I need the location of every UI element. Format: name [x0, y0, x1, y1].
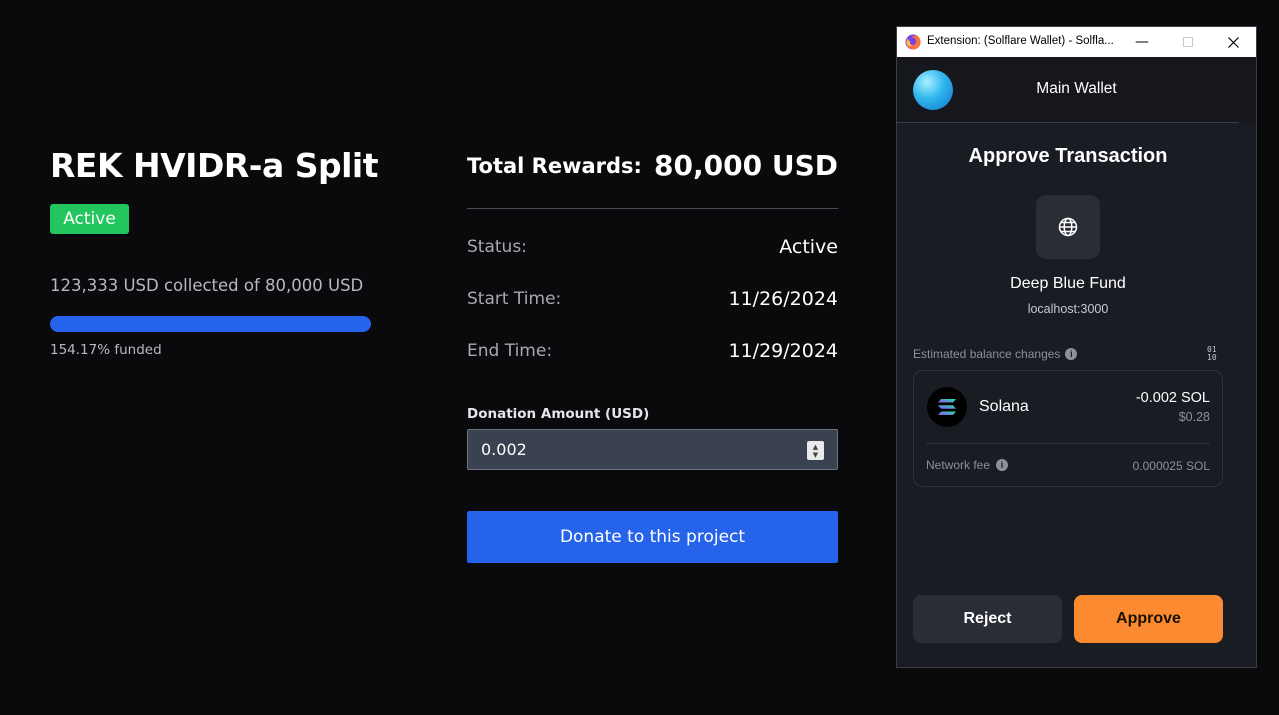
minimize-button[interactable]: —	[1119, 27, 1165, 57]
window-titlebar[interactable]: Extension: (Solflare Wallet) - Solfla...…	[897, 27, 1256, 57]
balance-changes-label: Estimated balance changes i	[913, 347, 1078, 361]
donation-amount-input[interactable]: 0.002 ▲ ▼	[467, 429, 838, 470]
number-stepper[interactable]: ▲ ▼	[807, 441, 824, 460]
stepper-up-icon[interactable]: ▲	[813, 443, 818, 451]
globe-icon	[1058, 217, 1078, 237]
binary-toggle-icon[interactable]: 01 10	[1207, 346, 1217, 362]
close-button[interactable]	[1210, 27, 1256, 57]
site-icon-box	[1036, 195, 1100, 259]
solana-logo-icon	[927, 387, 967, 427]
token-usd-value: $0.28	[1178, 410, 1210, 424]
firefox-icon	[905, 34, 921, 50]
status-badge: Active	[50, 204, 129, 234]
header-divider	[897, 122, 1239, 123]
maximize-button[interactable]	[1165, 27, 1211, 57]
balance-changes-text: Estimated balance changes	[913, 347, 1061, 361]
window-title: Extension: (Solflare Wallet) - Solfla...	[927, 35, 1114, 47]
token-name: Solana	[979, 398, 1029, 415]
token-amount: -0.002 SOL	[1135, 390, 1210, 406]
total-rewards-label: Total Rewards:	[467, 154, 642, 178]
funding-progress-fill	[50, 316, 371, 332]
funded-percentage: 154.17% funded	[50, 342, 162, 358]
close-icon	[1227, 36, 1239, 48]
maximize-icon	[1183, 37, 1193, 47]
end-time-label: End Time:	[467, 341, 553, 361]
stepper-down-icon[interactable]: ▼	[813, 451, 818, 459]
minimize-icon: —	[1135, 34, 1149, 50]
approve-transaction-heading: Approve Transaction	[968, 145, 1168, 167]
approve-button[interactable]: Approve	[1074, 595, 1223, 643]
card-divider	[926, 443, 1210, 444]
end-time-value: 11/29/2024	[728, 340, 838, 362]
network-fee-value: 0.000025 SOL	[1132, 459, 1210, 473]
balance-change-card: Solana -0.002 SOL $0.28 Network fee i 0.…	[913, 370, 1223, 487]
status-label: Status:	[467, 237, 527, 257]
reject-button[interactable]: Reject	[913, 595, 1062, 643]
site-url: localhost:3000	[1027, 302, 1109, 316]
info-icon[interactable]: i	[1065, 348, 1078, 360]
start-time-label: Start Time:	[467, 289, 562, 309]
donation-amount-value: 0.002	[481, 440, 527, 459]
total-rewards-value: 80,000 USD	[654, 149, 838, 182]
wallet-popup-window: Extension: (Solflare Wallet) - Solfla...…	[896, 26, 1257, 668]
funding-progress-bar	[50, 316, 371, 332]
status-value: Active	[779, 236, 838, 258]
wallet-name[interactable]: Main Wallet	[897, 80, 1256, 98]
fee-info-icon[interactable]: i	[996, 459, 1009, 471]
wallet-header[interactable]: Main Wallet	[897, 57, 1256, 123]
divider	[467, 208, 838, 209]
donation-amount-label: Donation Amount (USD)	[467, 406, 650, 422]
binary-toggle-bottom: 10	[1207, 353, 1217, 362]
collected-text: 123,333 USD collected of 80,000 USD	[50, 276, 364, 295]
network-fee-text: Network fee	[926, 458, 991, 472]
start-time-value: 11/26/2024	[728, 288, 838, 310]
donate-button[interactable]: Donate to this project	[467, 511, 838, 563]
project-title: REK HVIDR-a Split	[50, 146, 379, 185]
site-name: Deep Blue Fund	[1010, 275, 1126, 292]
network-fee-label: Network fee i	[926, 458, 1009, 472]
